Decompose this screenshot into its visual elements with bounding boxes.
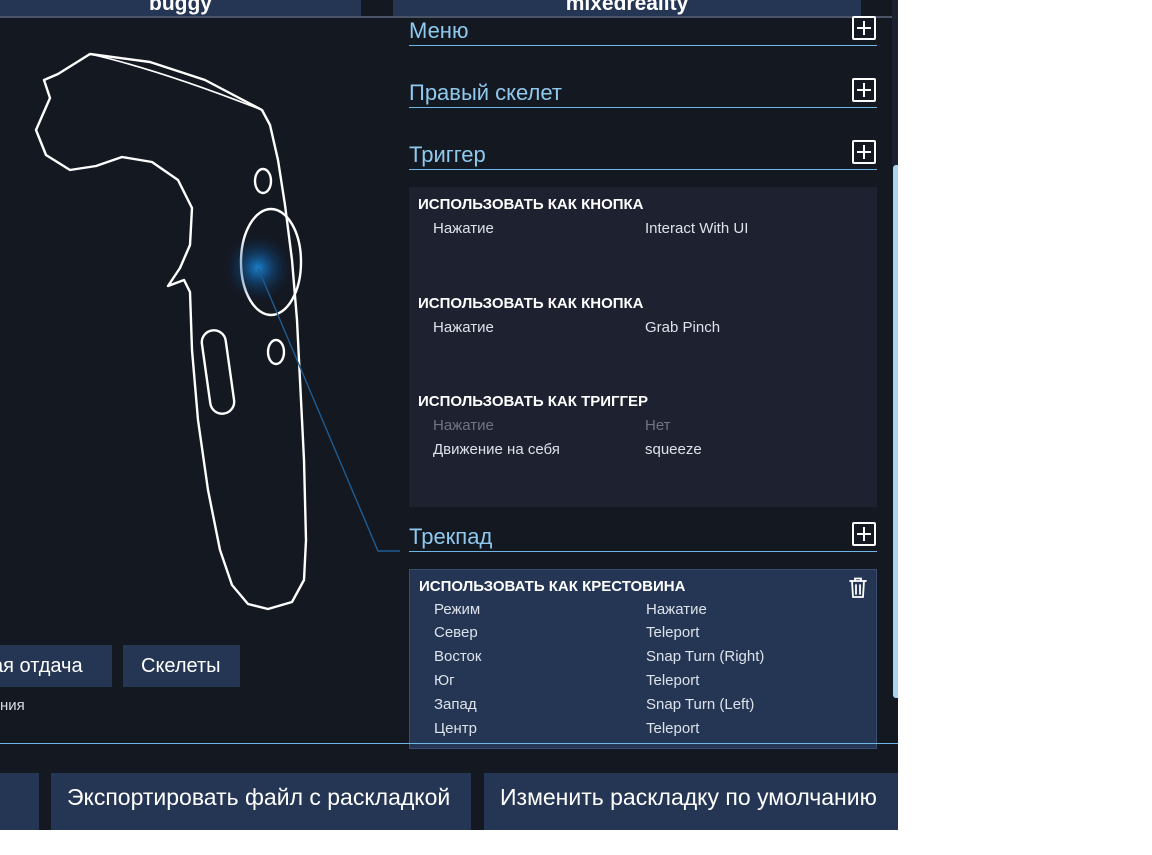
section-trigger: Триггер (409, 139, 877, 170)
binding-key: Восток (434, 648, 482, 665)
binding-key: Юг (434, 672, 455, 689)
footer-button-partial[interactable] (0, 773, 39, 830)
binding-row[interactable]: Нажатие Interact With UI (433, 220, 863, 242)
binding-row[interactable]: Север Teleport (434, 624, 864, 646)
binding-value: Нет (645, 417, 671, 434)
truncated-label: ния (0, 697, 25, 714)
binding-title[interactable]: ИСПОЛЬЗОВАТЬ КАК ТРИГГЕР (418, 393, 648, 410)
footer-divider (0, 743, 898, 744)
skeletons-button[interactable]: Скелеты (123, 645, 240, 687)
binding-value: Нажатие (646, 601, 707, 618)
binding-value: Snap Turn (Left) (646, 696, 755, 713)
binding-value: Teleport (646, 624, 700, 641)
plus-box-icon[interactable] (852, 78, 876, 102)
binding-value: squeeze (645, 441, 702, 458)
binding-value: Teleport (646, 720, 700, 737)
controller-outline (34, 52, 308, 611)
binding-row[interactable]: Режим Нажатие (434, 601, 864, 623)
plus-box-icon[interactable] (852, 522, 876, 546)
binding-key: Движение на себя (433, 441, 560, 458)
binding-row[interactable]: Центр Teleport (434, 720, 864, 742)
binding-key: Нажатие (433, 319, 494, 336)
trackpad-binding-panel[interactable]: ИСПОЛЬЗОВАТЬ КАК КРЕСТОВИНА Режим Нажати… (409, 569, 877, 749)
export-bindings-button[interactable]: Экспортировать файл с раскладкой (51, 773, 471, 830)
binding-row[interactable]: Восток Snap Turn (Right) (434, 648, 864, 670)
binding-key: Центр (434, 720, 477, 737)
binding-title[interactable]: ИСПОЛЬЗОВАТЬ КАК КНОПКА (418, 295, 644, 312)
binding-value: Teleport (646, 672, 700, 689)
section-title-menu: Меню (409, 18, 469, 43)
binding-row[interactable]: Нажатие Grab Pinch (433, 319, 863, 341)
scrollbar-thumb[interactable] (893, 165, 898, 698)
tab-buggy[interactable]: buggy (0, 0, 361, 16)
section-menu: Меню (409, 15, 877, 46)
tab-mixedreality[interactable]: mixedreality (393, 0, 861, 16)
binding-key: Запад (434, 696, 477, 713)
binding-row-disabled[interactable]: Нажатие Нет (433, 417, 863, 439)
section-title-trigger: Триггер (409, 142, 486, 167)
binding-value: Interact With UI (645, 220, 749, 237)
change-default-bindings-button[interactable]: Изменить раскладку по умолчанию (484, 773, 898, 830)
binding-key: Нажатие (433, 417, 494, 434)
trigger-bindings-panel: ИСПОЛЬЗОВАТЬ КАК КНОПКА Нажатие Interact… (409, 187, 877, 507)
haptics-button[interactable]: ая отдача (0, 645, 112, 687)
binding-value: Snap Turn (Right) (646, 648, 765, 665)
plus-box-icon[interactable] (852, 140, 876, 164)
section-trackpad: Трекпад (409, 521, 877, 552)
binding-title[interactable]: ИСПОЛЬЗОВАТЬ КАК КНОПКА (418, 196, 644, 213)
controller-diagram (34, 52, 400, 611)
binding-key: Режим (434, 601, 481, 618)
binding-key: Нажатие (433, 220, 494, 237)
binding-editor: buggy mixedreality ая отдача Скелеты ния… (0, 0, 898, 830)
binding-row[interactable]: Запад Snap Turn (Left) (434, 696, 864, 718)
trackpad-leader-line (257, 267, 400, 552)
binding-key: Север (434, 624, 478, 641)
binding-title[interactable]: ИСПОЛЬЗОВАТЬ КАК КРЕСТОВИНА (419, 578, 685, 595)
section-right-skeleton: Правый скелет (409, 77, 877, 108)
binding-row[interactable]: Юг Teleport (434, 672, 864, 694)
section-title-right-skeleton: Правый скелет (409, 80, 562, 105)
binding-value: Grab Pinch (645, 319, 721, 336)
scroll-track (892, 0, 898, 165)
trash-icon[interactable] (848, 576, 868, 604)
section-title-trackpad: Трекпад (409, 524, 493, 549)
plus-box-icon[interactable] (852, 16, 876, 40)
binding-row[interactable]: Движение на себя squeeze (433, 441, 863, 463)
